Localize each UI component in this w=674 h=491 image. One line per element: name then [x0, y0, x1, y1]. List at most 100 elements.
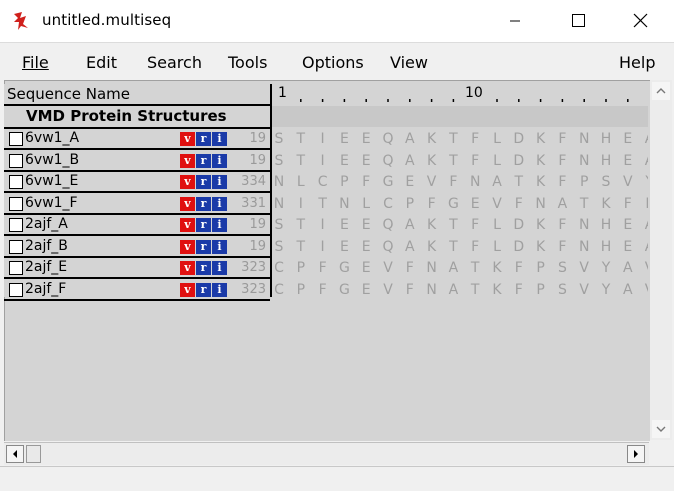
menu-help[interactable]: Help: [619, 53, 655, 72]
residue[interactable]: C: [312, 174, 334, 190]
badge-r[interactable]: r: [196, 261, 211, 275]
row-checkbox[interactable]: [9, 196, 23, 211]
residue[interactable]: A: [639, 153, 648, 169]
residue[interactable]: N: [421, 282, 443, 298]
row-checkbox[interactable]: [9, 282, 23, 297]
residue[interactable]: F: [508, 196, 530, 212]
residue-row[interactable]: CPFGEVFNATKFPSVYAV: [272, 258, 648, 279]
residue[interactable]: T: [464, 282, 486, 298]
badge-r[interactable]: r: [196, 175, 211, 189]
residue[interactable]: A: [639, 131, 648, 147]
residue[interactable]: C: [272, 260, 290, 276]
sequence-row[interactable]: 2ajf_A v r i 19: [4, 215, 270, 236]
residue[interactable]: K: [421, 153, 443, 169]
menu-tools[interactable]: Tools: [228, 53, 267, 72]
residue[interactable]: F: [551, 131, 573, 147]
row-checkbox[interactable]: [9, 132, 23, 146]
badge-r[interactable]: r: [196, 239, 211, 254]
badge-v[interactable]: v: [180, 153, 195, 168]
residue[interactable]: A: [399, 239, 421, 255]
residue[interactable]: G: [442, 196, 464, 212]
menu-options[interactable]: Options: [302, 53, 364, 72]
row-checkbox[interactable]: [9, 153, 23, 168]
residue[interactable]: S: [272, 217, 290, 233]
residue[interactable]: Y: [595, 260, 617, 276]
residue-row[interactable]: NLCPFGEVFNATKFPSVY: [272, 172, 648, 193]
residue[interactable]: K: [486, 260, 508, 276]
residue[interactable]: S: [551, 282, 573, 298]
residue[interactable]: C: [272, 282, 290, 298]
badge-r[interactable]: r: [196, 282, 211, 297]
residue[interactable]: E: [333, 131, 355, 147]
residue[interactable]: E: [399, 174, 421, 190]
residue[interactable]: L: [486, 153, 508, 169]
residue[interactable]: N: [464, 174, 486, 190]
residue[interactable]: E: [617, 217, 639, 233]
residue[interactable]: E: [617, 239, 639, 255]
sequence-row[interactable]: 2ajf_E v r i 323: [4, 258, 270, 279]
residue[interactable]: S: [272, 153, 290, 169]
residue[interactable]: F: [355, 174, 377, 190]
residue[interactable]: N: [573, 217, 595, 233]
badge-i[interactable]: i: [212, 132, 227, 146]
vri-badges[interactable]: vri: [180, 196, 228, 211]
residue-row[interactable]: STIEEQAKTFLDKFNHEA: [272, 237, 648, 258]
residue[interactable]: K: [421, 131, 443, 147]
residue[interactable]: S: [272, 239, 290, 255]
badge-i[interactable]: i: [212, 261, 227, 275]
residue[interactable]: T: [290, 153, 312, 169]
residue[interactable]: G: [333, 282, 355, 298]
badge-v[interactable]: v: [180, 261, 195, 275]
menu-view[interactable]: View: [390, 53, 428, 72]
residue[interactable]: V: [377, 282, 399, 298]
residue[interactable]: V: [421, 174, 443, 190]
residue[interactable]: K: [530, 239, 552, 255]
residue[interactable]: K: [486, 282, 508, 298]
residue[interactable]: E: [333, 153, 355, 169]
vri-badges[interactable]: vri: [180, 153, 228, 168]
badge-v[interactable]: v: [180, 196, 195, 211]
badge-r[interactable]: r: [196, 153, 211, 168]
residue[interactable]: E: [333, 217, 355, 233]
vri-badges[interactable]: vri: [180, 218, 228, 232]
residue[interactable]: I: [312, 153, 334, 169]
scroll-down-button[interactable]: [652, 420, 670, 438]
residue[interactable]: S: [272, 131, 290, 147]
residue[interactable]: A: [639, 239, 648, 255]
residue[interactable]: N: [421, 260, 443, 276]
residue[interactable]: G: [333, 260, 355, 276]
residue-row[interactable]: STIEEQAKTFLDKFNHEA: [272, 151, 648, 172]
residue[interactable]: N: [333, 196, 355, 212]
residue[interactable]: A: [551, 196, 573, 212]
vertical-scrollbar[interactable]: [650, 80, 672, 440]
residue-row[interactable]: NITNLCPFGEVFNATKFP: [272, 194, 648, 215]
residue[interactable]: E: [355, 282, 377, 298]
residue[interactable]: P: [399, 196, 421, 212]
residue[interactable]: L: [486, 131, 508, 147]
residue[interactable]: T: [312, 196, 334, 212]
residue[interactable]: P: [530, 282, 552, 298]
badge-i[interactable]: i: [212, 239, 227, 254]
residue[interactable]: F: [464, 239, 486, 255]
sequence-row[interactable]: 6vw1_B v r i 19: [4, 151, 270, 172]
residue[interactable]: I: [312, 217, 334, 233]
residue[interactable]: K: [595, 196, 617, 212]
residue[interactable]: A: [399, 131, 421, 147]
badge-i[interactable]: i: [212, 175, 227, 189]
sequence-row[interactable]: 2ajf_B v r i 19: [4, 237, 270, 258]
residue[interactable]: S: [551, 260, 573, 276]
menu-file[interactable]: File: [22, 53, 49, 72]
residue-row[interactable]: STIEEQAKTFLDKFNHEA: [272, 129, 648, 150]
residue[interactable]: T: [508, 174, 530, 190]
badge-v[interactable]: v: [180, 218, 195, 232]
residue[interactable]: N: [573, 131, 595, 147]
badge-r[interactable]: r: [196, 218, 211, 232]
residue-row[interactable]: CPFGEVFNATKFPSVYAV: [272, 280, 648, 301]
scroll-left-button[interactable]: [6, 445, 24, 463]
residue[interactable]: F: [551, 153, 573, 169]
vri-badges[interactable]: vri: [180, 132, 228, 146]
residue[interactable]: F: [312, 282, 334, 298]
residue[interactable]: S: [595, 174, 617, 190]
residue[interactable]: F: [464, 131, 486, 147]
residue[interactable]: P: [333, 174, 355, 190]
